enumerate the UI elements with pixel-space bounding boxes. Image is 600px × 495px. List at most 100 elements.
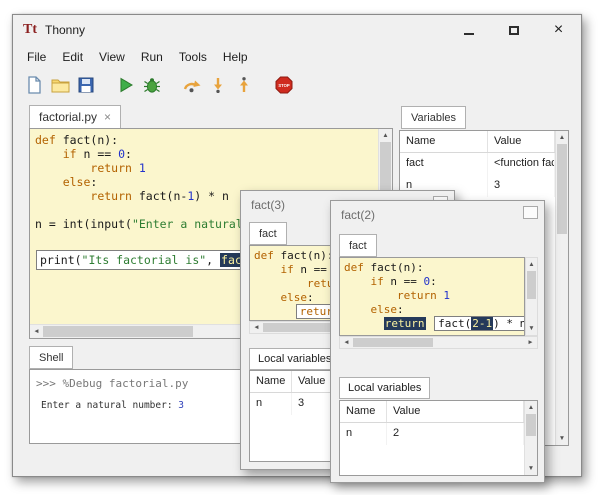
new-file-button[interactable]	[21, 72, 47, 98]
tab-shell[interactable]: Shell	[29, 346, 73, 369]
code-token: n ==	[390, 275, 423, 288]
scrollbar-thumb[interactable]	[526, 414, 536, 436]
code-token	[426, 317, 433, 330]
scroll-up-icon[interactable]: ▲	[525, 401, 537, 414]
code-token	[254, 305, 294, 318]
tab-label: Shell	[39, 352, 63, 364]
code-token: n ==	[83, 147, 118, 161]
scroll-down-icon[interactable]: ▼	[556, 432, 568, 445]
code-token: n = int(input(	[35, 217, 132, 231]
column-header[interactable]: Name	[400, 131, 488, 152]
scrollbar-track[interactable]	[353, 337, 524, 348]
code-token: n ==	[300, 263, 333, 276]
code-token: fact	[281, 249, 308, 262]
code-token: fact	[371, 261, 398, 274]
close-button[interactable]: ×	[536, 15, 581, 45]
save-button[interactable]	[73, 72, 99, 98]
column-header[interactable]: Value	[488, 131, 555, 152]
desktop: Tt Thonny × File Edit View Run Tools Hel…	[0, 0, 600, 495]
code-token	[254, 277, 307, 290]
menu-run[interactable]: Run	[133, 47, 171, 67]
run-button[interactable]	[113, 72, 139, 98]
tab-label: fact	[259, 228, 277, 240]
code-token: def	[344, 261, 371, 274]
code-token	[344, 317, 384, 330]
scrollbar-thumb[interactable]	[557, 144, 567, 234]
local-variables-label: Local variables	[339, 377, 430, 399]
dialog-close-button[interactable]	[523, 206, 538, 219]
scrollbar-thumb[interactable]	[527, 271, 536, 299]
scroll-down-icon[interactable]: ▼	[526, 322, 537, 335]
menu-file[interactable]: File	[19, 47, 54, 67]
svg-text:STOP: STOP	[278, 83, 290, 88]
tab-variables[interactable]: Variables	[401, 106, 466, 129]
scroll-left-icon[interactable]: ◄	[340, 337, 353, 348]
code-token: :	[397, 303, 404, 316]
table-row[interactable]: fact<function fact a	[400, 153, 555, 175]
variables-table[interactable]: NameValuefact<function fact an3	[400, 131, 555, 197]
scroll-right-icon[interactable]: ►	[524, 337, 537, 348]
code-token: return	[397, 289, 443, 302]
stop-button[interactable]: STOP	[271, 72, 297, 98]
code-token: ) * n	[194, 189, 229, 203]
code-token	[254, 263, 281, 276]
step-into-button[interactable]	[205, 72, 231, 98]
expression-box: fact(2-1) * n	[434, 316, 525, 331]
scrollbar-track[interactable]	[556, 144, 568, 432]
step-out-button[interactable]	[231, 72, 257, 98]
scroll-down-icon[interactable]: ▼	[525, 462, 537, 475]
frame-horizontal-scrollbar[interactable]: ◄ ►	[339, 336, 538, 349]
shell-stdin: 3	[178, 400, 184, 411]
code-token	[35, 147, 63, 161]
column-header[interactable]: Name	[250, 371, 292, 392]
code-token: 2-1	[471, 317, 493, 330]
code-token: def	[35, 133, 63, 147]
code-token: :	[90, 175, 97, 189]
code-token: 1	[443, 289, 450, 302]
code-token: def	[254, 249, 281, 262]
frame-tabbar: fact	[339, 234, 377, 257]
titlebar[interactable]: Tt Thonny ×	[13, 15, 581, 45]
local-variables-label: Local variables	[249, 348, 340, 370]
scroll-up-icon[interactable]: ▲	[526, 258, 537, 271]
scroll-up-icon[interactable]: ▲	[556, 131, 568, 144]
scrollbar-track[interactable]	[525, 414, 537, 462]
variables-tabbar: Variables	[401, 106, 466, 129]
code-token: return	[384, 317, 426, 330]
scrollbar-thumb[interactable]	[353, 338, 433, 347]
table-row[interactable]: n2	[340, 423, 524, 445]
scrollbar-track[interactable]	[526, 271, 537, 322]
frame-code[interactable]: def fact(n): if n == 0: return 1 else: r…	[339, 257, 525, 336]
tab-factorial-py[interactable]: factorial.py ×	[29, 105, 121, 129]
dialog-title: fact(2)	[341, 208, 375, 222]
scroll-left-icon[interactable]: ◄	[250, 322, 263, 333]
scroll-left-icon[interactable]: ◄	[30, 325, 43, 338]
scrollbar-thumb[interactable]	[43, 326, 193, 337]
step-over-button[interactable]	[179, 72, 205, 98]
toolbar: STOP	[13, 69, 581, 101]
run-icon	[118, 77, 134, 93]
frame-vertical-scrollbar[interactable]: ▲ ▼	[525, 257, 538, 336]
maximize-button[interactable]	[491, 15, 536, 45]
locals-vertical-scrollbar[interactable]: ▲ ▼	[524, 401, 537, 475]
code-line: else:	[35, 175, 378, 189]
tab-close-icon[interactable]: ×	[104, 111, 111, 123]
scroll-up-icon[interactable]: ▲	[379, 129, 392, 142]
stop-icon: STOP	[275, 76, 293, 94]
column-header[interactable]: Value	[387, 401, 524, 422]
variables-vertical-scrollbar[interactable]: ▲ ▼	[555, 131, 568, 445]
tab-fact[interactable]: fact	[249, 222, 287, 245]
local-variables-table[interactable]: NameValuen2	[340, 401, 524, 445]
column-header[interactable]: Name	[340, 401, 387, 422]
menu-tools[interactable]: Tools	[171, 47, 215, 67]
minimize-button[interactable]	[446, 15, 491, 45]
frame-window-fact-2: fact(2) fact def fact(n): if n == 0: ret…	[330, 200, 545, 483]
open-file-button[interactable]	[47, 72, 73, 98]
step-out-icon	[236, 77, 252, 93]
debug-button[interactable]	[139, 72, 165, 98]
menu-view[interactable]: View	[91, 47, 133, 67]
menu-help[interactable]: Help	[215, 47, 256, 67]
menu-edit[interactable]: Edit	[54, 47, 91, 67]
tab-fact[interactable]: fact	[339, 234, 377, 257]
bug-icon	[143, 77, 161, 93]
